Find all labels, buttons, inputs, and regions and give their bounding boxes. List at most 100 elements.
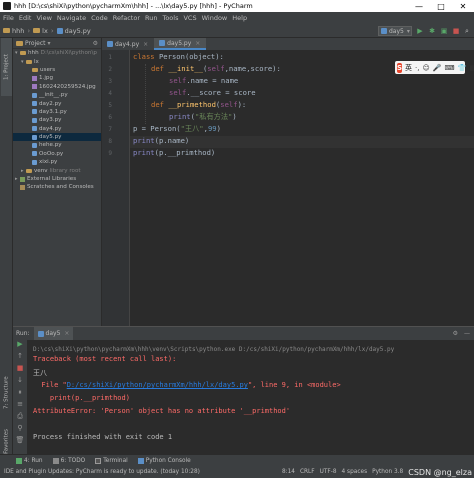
scratches-icon: [20, 184, 25, 190]
menu-refactor[interactable]: Refactor: [113, 14, 140, 22]
menu-edit[interactable]: Edit: [19, 14, 32, 22]
terminal-tool-button[interactable]: Terminal: [95, 457, 128, 464]
menu-vcs[interactable]: VCS: [183, 14, 196, 22]
menu-run[interactable]: Run: [145, 14, 157, 22]
code-line-4: self.__score = score: [169, 88, 256, 97]
minimize-button[interactable]: —: [408, 0, 430, 12]
console-code-line: print(p.__primthod): [33, 394, 130, 402]
line-number: 2: [108, 66, 112, 73]
trash-icon[interactable]: 🗑: [13, 436, 27, 448]
settings-icon[interactable]: ⚙: [453, 330, 458, 337]
tree-file[interactable]: __init__.py: [13, 91, 101, 99]
bottom-tool-bar: 4: Run 6: TODO Terminal Python Console: [0, 454, 474, 466]
menu-view[interactable]: View: [36, 14, 51, 22]
chevron-down-icon: ▾: [47, 39, 51, 47]
hide-panel-icon[interactable]: —: [464, 330, 470, 337]
console-output-line: 王八: [33, 369, 47, 377]
menu-file[interactable]: File: [3, 14, 14, 22]
console-file-line: File "D:/cs/shiXi/python/pycharmXm/hhh/l…: [33, 381, 341, 389]
run-tool-button[interactable]: 4: Run: [16, 457, 43, 464]
pycharm-logo-icon: [3, 2, 11, 10]
status-message[interactable]: IDE and Plugin Updates: PyCharm is ready…: [4, 469, 200, 475]
gear-icon[interactable]: ⚙: [93, 40, 98, 47]
tree-file[interactable]: 1602420259524.jpg: [13, 83, 101, 91]
run-tab-day5[interactable]: day5 ×: [33, 327, 74, 340]
menu-window[interactable]: Window: [202, 14, 228, 22]
menu-navigate[interactable]: Navigate: [57, 14, 86, 22]
print-icon[interactable]: ⎙: [13, 412, 27, 424]
tree-external-libraries[interactable]: ▸ External Libraries: [13, 175, 101, 183]
close-tab-icon[interactable]: ×: [195, 40, 200, 47]
breadcrumb-hhh[interactable]: hhh: [3, 27, 24, 35]
indent-setting[interactable]: 4 spaces: [342, 469, 368, 475]
ime-menu-icon[interactable]: ▦: [469, 64, 474, 72]
tab-day4[interactable]: day4.py ×: [102, 38, 154, 50]
tab-day5[interactable]: day5.py ×: [154, 38, 207, 50]
tree-file[interactable]: day2.py: [13, 99, 101, 107]
run-configuration-select[interactable]: day5 ▾: [378, 26, 412, 36]
scroll-down-icon[interactable]: ↓: [13, 376, 27, 388]
structure-tool-tab[interactable]: 7: Structure: [1, 368, 12, 418]
tree-file[interactable]: xixi.py: [13, 158, 101, 166]
close-button[interactable]: ✕: [452, 0, 474, 12]
tree-file[interactable]: 1.jpg: [13, 74, 101, 82]
image-file-icon: [32, 75, 37, 81]
menu-tools[interactable]: Tools: [162, 14, 178, 22]
coverage-button[interactable]: ▣: [440, 27, 448, 35]
ime-language-toggle[interactable]: 英: [405, 63, 412, 73]
breadcrumb-day5[interactable]: day5.py: [56, 27, 91, 35]
python-interpreter[interactable]: Python 3.8: [372, 469, 403, 475]
code-editor[interactable]: 1 2 3 4 5 6 7 8 9 class Person(object): …: [102, 50, 474, 326]
console-file-link[interactable]: D:/cs/shiXi/python/pycharmXm/hhh/lx/day5…: [67, 381, 248, 389]
file-encoding[interactable]: UTF-8: [320, 469, 337, 475]
close-tab-icon[interactable]: ×: [64, 330, 69, 337]
project-tool-tab[interactable]: 1: Project: [1, 38, 12, 96]
tree-root[interactable]: ▾ hhh D:\cs\shiXi\python\p: [13, 49, 101, 57]
close-tab-icon[interactable]: ×: [143, 41, 148, 48]
tree-venv[interactable]: ▸ venv library root: [13, 166, 101, 174]
run-button[interactable]: ▶: [416, 27, 424, 35]
tree-file[interactable]: hehe.py: [13, 141, 101, 149]
pause-icon[interactable]: ⏸: [13, 388, 27, 400]
menu-help[interactable]: Help: [232, 14, 247, 22]
tree-file[interactable]: day3.py: [13, 116, 101, 124]
breadcrumb-lx[interactable]: lx: [33, 27, 48, 35]
ime-microphone-icon[interactable]: 🎤: [433, 64, 442, 72]
console-output[interactable]: D:\cs\shiXi\python\pycharmXm\hhh\venv\Sc…: [33, 346, 474, 455]
pin-icon[interactable]: ⚲: [13, 424, 27, 436]
tree-file[interactable]: users: [13, 66, 101, 74]
tree-file[interactable]: day4.py: [13, 125, 101, 133]
python-console-tool-button[interactable]: Python Console: [137, 457, 191, 464]
todo-icon: [52, 457, 59, 464]
run-label: Run:: [16, 330, 30, 337]
tree-file-selected[interactable]: day5.py: [13, 132, 101, 142]
ime-emoji-icon[interactable]: ☺: [423, 64, 430, 72]
ime-toolbar[interactable]: S 英 ·, ☺ 🎤 ⌨ 👕 ▦: [395, 61, 474, 74]
line-separator[interactable]: CRLF: [300, 469, 315, 475]
python-file-icon: [32, 101, 37, 107]
tree-scratches[interactable]: Scratches and Consoles: [13, 183, 101, 191]
ime-skin-icon[interactable]: 👕: [458, 64, 467, 72]
python-file-icon: [32, 159, 37, 165]
debug-button[interactable]: ✱: [428, 27, 436, 35]
ime-logo-icon[interactable]: S: [397, 62, 403, 73]
search-icon[interactable]: ⌕: [463, 27, 471, 35]
project-panel-header[interactable]: Project ▾ ⚙: [13, 38, 101, 49]
stop-button[interactable]: ■: [452, 27, 460, 35]
tree-file[interactable]: OoOo.py: [13, 150, 101, 158]
line-number: 4: [108, 90, 112, 97]
ime-punctuation-icon[interactable]: ·,: [415, 64, 419, 72]
menu-code[interactable]: Code: [91, 14, 108, 22]
folder-icon: [26, 168, 32, 173]
rerun-icon[interactable]: ▶: [13, 340, 27, 352]
tree-folder-lx[interactable]: ▾ lx: [13, 57, 101, 65]
window-controls: — □ ✕: [408, 0, 474, 12]
caret-position[interactable]: 8:14: [282, 469, 295, 475]
todo-tool-button[interactable]: 6: TODO: [52, 457, 85, 464]
soft-wrap-icon[interactable]: ≡: [13, 400, 27, 412]
scroll-up-icon[interactable]: ↑: [13, 352, 27, 364]
maximize-button[interactable]: □: [430, 0, 452, 12]
ime-keyboard-icon[interactable]: ⌨: [445, 64, 455, 72]
tree-file[interactable]: day3.1.py: [13, 108, 101, 116]
stop-icon[interactable]: ■: [13, 364, 27, 376]
